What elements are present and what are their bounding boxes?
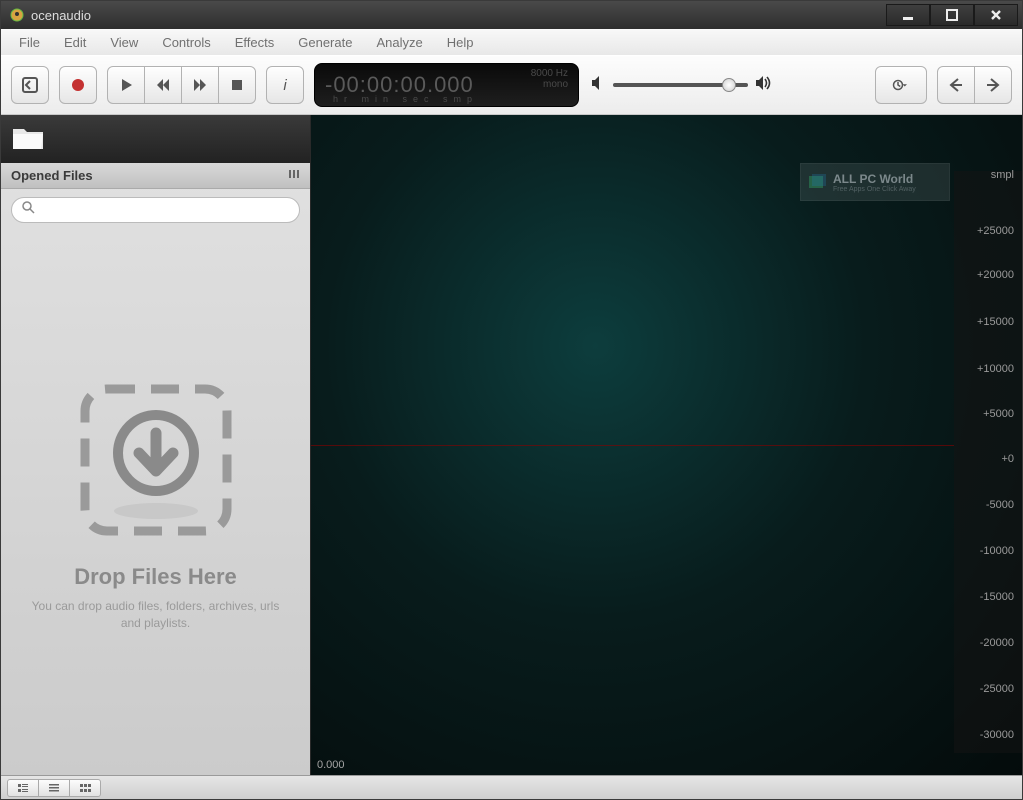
y-tick: +15000: [977, 316, 1014, 328]
watermark-title: ALL PC World: [833, 172, 916, 186]
menu-file[interactable]: File: [7, 33, 52, 52]
menubar: File Edit View Controls Effects Generate…: [1, 29, 1022, 55]
y-tick: +10000: [977, 363, 1014, 375]
app-icon: [9, 7, 25, 23]
footer: [1, 775, 1022, 799]
y-tick: -10000: [980, 545, 1014, 557]
view-list-button[interactable]: [38, 779, 70, 797]
history-button[interactable]: [875, 66, 927, 104]
menu-analyze[interactable]: Analyze: [364, 33, 434, 52]
titlebar: ocenaudio: [1, 1, 1022, 29]
y-tick: +25000: [977, 225, 1014, 237]
y-tick: +0: [1001, 453, 1014, 465]
svg-text:i: i: [283, 77, 287, 94]
channels-label: mono: [531, 79, 568, 90]
menu-controls[interactable]: Controls: [150, 33, 222, 52]
drop-target-icon: [71, 375, 241, 550]
play-button[interactable]: [107, 66, 145, 104]
volume-thumb[interactable]: [722, 78, 736, 92]
nav-group: [937, 66, 1012, 104]
toolbar: i -00:00:00.000 8000 Hz mono hr min sec …: [1, 55, 1022, 115]
folder-icon[interactable]: [11, 123, 45, 156]
app-window: ocenaudio File Edit View Controls Effect…: [0, 0, 1023, 800]
y-tick: +5000: [983, 408, 1014, 420]
window-minimize-button[interactable]: [886, 4, 930, 26]
y-tick: -25000: [980, 683, 1014, 695]
sidebar: Opened Files: [1, 115, 311, 775]
transport-group: [107, 66, 256, 104]
search-icon: [22, 201, 35, 219]
window-maximize-button[interactable]: [930, 4, 974, 26]
time-axis-origin: 0.000: [317, 759, 345, 771]
volume-high-icon: [754, 74, 774, 97]
sidebar-header: Opened Files: [1, 163, 310, 189]
window-close-button[interactable]: [974, 4, 1018, 26]
search-input[interactable]: [41, 203, 289, 217]
record-button[interactable]: [59, 66, 97, 104]
y-tick: -15000: [980, 591, 1014, 603]
watermark: ALL PC World Free Apps One Click Away: [800, 163, 950, 201]
volume-control: [589, 74, 774, 97]
menu-help[interactable]: Help: [435, 33, 486, 52]
sidebar-search: [1, 189, 310, 231]
y-tick: -5000: [986, 499, 1014, 511]
info-button[interactable]: i: [266, 66, 304, 104]
sidebar-toggle-button[interactable]: [11, 66, 49, 104]
y-tick: -20000: [980, 637, 1014, 649]
sample-rate-label: 8000 Hz: [531, 68, 568, 79]
y-unit-label: smpl: [991, 169, 1014, 181]
menu-edit[interactable]: Edit: [52, 33, 98, 52]
sidebar-top: [1, 115, 310, 163]
y-tick: +20000: [977, 269, 1014, 281]
menu-generate[interactable]: Generate: [286, 33, 364, 52]
forward-button[interactable]: [181, 66, 219, 104]
y-tick: -30000: [980, 729, 1014, 741]
hamburger-icon[interactable]: [288, 168, 300, 183]
volume-slider[interactable]: [613, 83, 748, 87]
content: Opened Files: [1, 115, 1022, 775]
time-display: -00:00:00.000 8000 Hz mono hr min sec sm…: [314, 63, 579, 107]
menu-view[interactable]: View: [98, 33, 150, 52]
sidebar-title: Opened Files: [11, 168, 93, 183]
drop-zone[interactable]: Drop Files Here You can drop audio files…: [1, 231, 310, 775]
stop-button[interactable]: [218, 66, 256, 104]
time-units: hr min sec smp: [333, 94, 478, 104]
rewind-button[interactable]: [144, 66, 182, 104]
nav-forward-button[interactable]: [974, 66, 1012, 104]
window-title: ocenaudio: [31, 8, 886, 23]
view-detailed-button[interactable]: [7, 779, 39, 797]
drop-subtitle: You can drop audio files, folders, archi…: [31, 598, 280, 632]
waveform-area[interactable]: ALL PC World Free Apps One Click Away sm…: [311, 115, 1022, 775]
audio-meta: 8000 Hz mono: [531, 68, 568, 90]
menu-effects[interactable]: Effects: [223, 33, 287, 52]
view-grid-button[interactable]: [69, 779, 101, 797]
watermark-sub: Free Apps One Click Away: [833, 186, 916, 193]
drop-title: Drop Files Here: [74, 564, 237, 590]
y-axis: smpl +25000 +20000 +15000 +10000 +5000 +…: [954, 171, 1022, 753]
zero-line: [311, 445, 954, 446]
volume-low-icon: [589, 74, 607, 97]
nav-back-button[interactable]: [937, 66, 975, 104]
